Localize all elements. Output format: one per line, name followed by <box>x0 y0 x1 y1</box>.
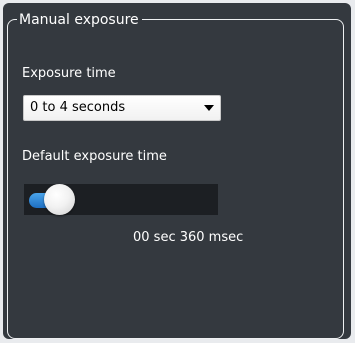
default-exposure-time-label: Default exposure time <box>22 149 167 164</box>
default-exposure-time-readout: 00 sec 360 msec <box>133 230 244 245</box>
exposure-time-label: Exposure time <box>22 66 116 81</box>
default-exposure-slider-thumb[interactable] <box>44 184 75 215</box>
manual-exposure-panel: Manual exposure Exposure time 0 to 4 sec… <box>0 0 355 343</box>
groupbox-title: Manual exposure <box>17 11 142 29</box>
exposure-time-dropdown[interactable]: 0 to 4 seconds <box>23 95 221 121</box>
chevron-down-icon <box>204 105 214 111</box>
exposure-time-selected-value: 0 to 4 seconds <box>30 100 126 115</box>
